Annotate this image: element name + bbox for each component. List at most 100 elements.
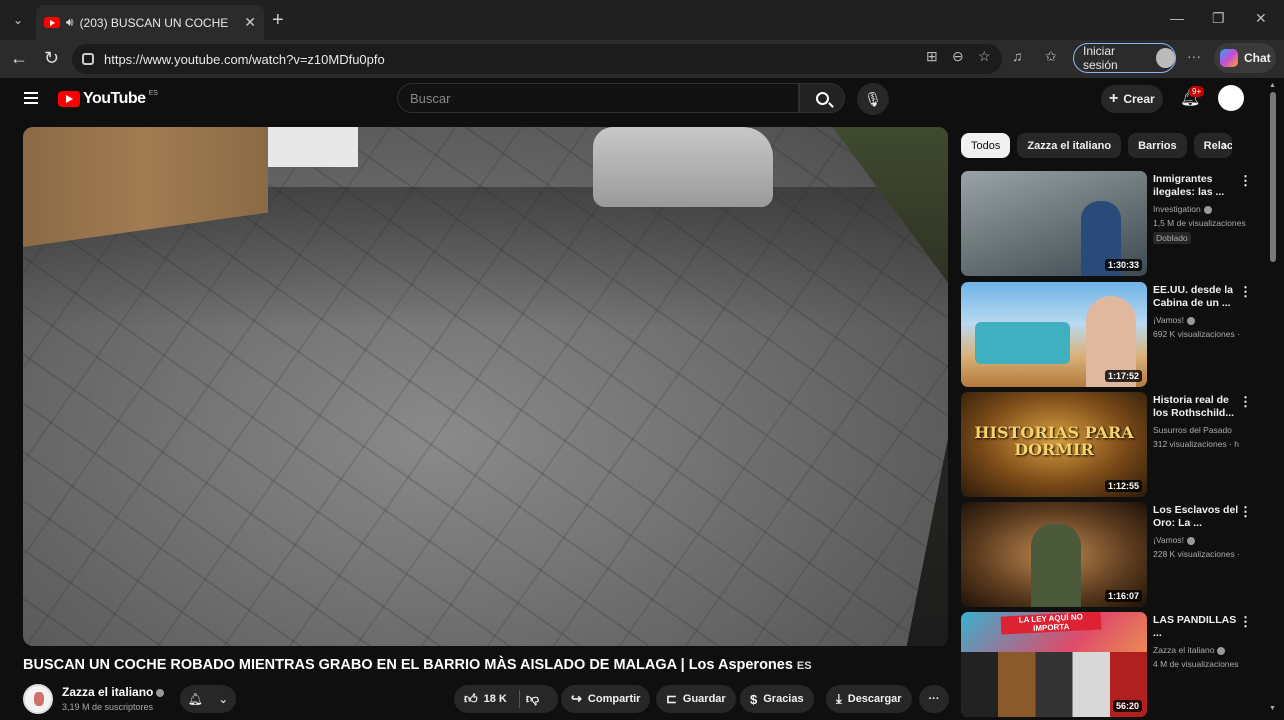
chip-channel[interactable]: Zazza el italiano bbox=[1017, 133, 1122, 158]
duration-badge: 1:16:07 bbox=[1104, 590, 1142, 602]
sidebar-chips: Todos Zazza el italiano Barrios Relac bbox=[961, 133, 1232, 158]
video-player[interactable] bbox=[23, 127, 948, 646]
voice-search-button[interactable]: 🎙︎ bbox=[857, 83, 889, 115]
recommendation-title[interactable]: Historia real de los Rothschild... bbox=[1153, 394, 1239, 420]
duration-badge: 1:30:33 bbox=[1104, 259, 1142, 271]
recommendation-thumbnail[interactable]: HISTORIAS PARA DORMIR 1:12:55 bbox=[961, 392, 1147, 497]
account-avatar[interactable] bbox=[1218, 85, 1244, 111]
verified-icon bbox=[156, 688, 165, 697]
more-actions-button[interactable]: ··· bbox=[919, 685, 949, 713]
bell-icon: 🔔︎ bbox=[187, 692, 203, 706]
signin-button[interactable]: Iniciar sesión bbox=[1073, 43, 1176, 73]
chevron-right-icon[interactable]: › bbox=[1222, 137, 1227, 155]
scroll-down-icon[interactable]: ▼ bbox=[1269, 705, 1276, 712]
share-button[interactable]: ↪ Compartir bbox=[561, 685, 651, 713]
more-options-icon[interactable]: ⋮ bbox=[1239, 504, 1252, 520]
tab-list-chevron-icon[interactable]: ⌄ bbox=[0, 0, 36, 40]
create-label: Crear bbox=[1123, 92, 1155, 106]
url-field[interactable]: https://www.youtube.com/watch?v=z10MDfu0… bbox=[72, 44, 1002, 74]
recommendation-item[interactable]: LA LEY AQUÍ NO IMPORTA 56:20 LAS PANDILL… bbox=[961, 612, 1261, 717]
more-options-icon[interactable]: ⋮ bbox=[1239, 614, 1252, 630]
recommendation-title[interactable]: Inmigrantes ilegales: las ... bbox=[1153, 173, 1239, 199]
channel-text: ¡Vamos! bbox=[1153, 315, 1185, 325]
share-icon: ↪ bbox=[571, 691, 582, 706]
share-label: Compartir bbox=[587, 693, 641, 705]
page-scrollbar[interactable] bbox=[1270, 92, 1276, 262]
menu-icon[interactable] bbox=[24, 92, 38, 104]
more-options-icon[interactable]: ⋮ bbox=[1239, 173, 1252, 189]
site-info-icon[interactable] bbox=[82, 53, 94, 65]
recommendation-channel[interactable]: Susurros del Pasado bbox=[1153, 425, 1232, 435]
app-available-icon[interactable]: ⊞ bbox=[926, 48, 938, 65]
recommendation-thumbnail[interactable]: 1:17:52 bbox=[961, 282, 1147, 387]
video-frame-wall bbox=[268, 127, 358, 167]
more-options-icon[interactable]: ⋮ bbox=[1239, 394, 1252, 410]
thumb-caption: HISTORIAS PARA DORMIR bbox=[974, 423, 1134, 459]
recommendation-channel[interactable]: ¡Vamos! bbox=[1153, 535, 1196, 545]
more-dots-icon: ··· bbox=[928, 693, 940, 705]
restore-icon[interactable]: ❐ bbox=[1212, 10, 1225, 27]
browser-tab[interactable]: 🔊︎ (203) BUSCAN UN COCHE RO ✕ bbox=[36, 5, 264, 40]
duration-badge: 1:12:55 bbox=[1104, 480, 1142, 492]
recommendation-channel[interactable]: ¡Vamos! bbox=[1153, 315, 1196, 325]
channel-name[interactable]: Zazza el italiano bbox=[62, 685, 165, 699]
close-window-icon[interactable]: ✕ bbox=[1255, 10, 1267, 27]
channel-text: ¡Vamos! bbox=[1153, 535, 1185, 545]
scroll-up-icon[interactable]: ▲ bbox=[1269, 82, 1276, 89]
thumb-caption: LA LEY AQUÍ NO IMPORTA bbox=[1000, 612, 1102, 635]
logo-region: ES bbox=[148, 90, 158, 97]
recommendation-views: 1,5 M de visualizaciones bbox=[1153, 218, 1246, 228]
like-icon[interactable]: 👍︎ bbox=[464, 691, 478, 707]
chip-todos[interactable]: Todos bbox=[961, 133, 1011, 158]
subscription-bell-button[interactable]: 🔔︎ ⌄ bbox=[180, 685, 236, 713]
back-icon[interactable]: ← bbox=[10, 48, 28, 69]
thanks-button[interactable]: $ Gracias bbox=[740, 685, 814, 713]
search-input[interactable]: Buscar bbox=[397, 83, 799, 113]
like-count[interactable]: 18 K bbox=[484, 693, 507, 705]
media-control-icon[interactable]: ♫ bbox=[1012, 48, 1023, 64]
recommendation-item[interactable]: 1:17:52 EE.UU. desde la Cabina de un ...… bbox=[961, 282, 1261, 387]
bookmark-icon: ⊏ bbox=[666, 691, 677, 706]
recommendation-channel[interactable]: Investigation bbox=[1153, 204, 1212, 214]
recommendation-title[interactable]: Los Esclavos del Oro: La ... bbox=[1153, 504, 1239, 530]
recommendation-thumbnail[interactable]: LA LEY AQUÍ NO IMPORTA 56:20 bbox=[961, 612, 1147, 717]
chip-barrios[interactable]: Barrios bbox=[1128, 133, 1187, 158]
youtube-logo[interactable]: YouTube ES bbox=[58, 90, 158, 108]
download-button[interactable]: ⤓ Descargar bbox=[826, 685, 912, 713]
recommendation-title[interactable]: EE.UU. desde la Cabina de un ... bbox=[1153, 284, 1239, 310]
youtube-masthead: YouTube ES Buscar 🎙︎ + Crear 🔔︎ 9+ bbox=[0, 78, 1284, 122]
chevron-down-icon: ⌄ bbox=[218, 692, 229, 706]
more-menu-icon[interactable]: ··· bbox=[1187, 48, 1201, 64]
search-icon bbox=[815, 91, 829, 105]
minimize-icon[interactable]: — bbox=[1170, 10, 1184, 26]
search-button[interactable] bbox=[799, 83, 845, 113]
chat-button[interactable]: Chat bbox=[1214, 43, 1276, 73]
favorite-star-icon[interactable]: ☆ bbox=[978, 48, 991, 65]
microphone-icon: 🎙︎ bbox=[864, 90, 882, 107]
save-button[interactable]: ⊏ Guardar bbox=[656, 685, 736, 713]
recommendation-views: 228 K visualizaciones · bbox=[1153, 549, 1240, 559]
recommendation-thumbnail[interactable]: 1:16:07 bbox=[961, 502, 1147, 607]
recommendation-item[interactable]: 1:16:07 Los Esclavos del Oro: La ... ¡Va… bbox=[961, 502, 1261, 607]
verified-icon bbox=[1217, 646, 1226, 655]
dislike-icon[interactable]: 👎︎ bbox=[526, 691, 539, 707]
recommendation-channel[interactable]: Zazza el italiano bbox=[1153, 645, 1226, 655]
thumb-miner bbox=[1031, 524, 1081, 607]
more-options-icon[interactable]: ⋮ bbox=[1239, 284, 1252, 300]
recommendation-thumbnail[interactable]: 1:30:33 bbox=[961, 171, 1147, 276]
recommendation-views: 312 visualizaciones · h bbox=[1153, 439, 1239, 449]
recommendation-item[interactable]: HISTORIAS PARA DORMIR 1:12:55 Historia r… bbox=[961, 392, 1261, 497]
favorites-icon[interactable]: ✩ bbox=[1045, 48, 1057, 65]
reload-icon[interactable]: ↻ bbox=[44, 48, 59, 69]
zoom-icon[interactable]: ⊖ bbox=[952, 48, 964, 65]
save-label: Guardar bbox=[682, 693, 726, 705]
verified-icon bbox=[1187, 536, 1196, 545]
tab-close-icon[interactable]: ✕ bbox=[244, 14, 256, 31]
recommendation-item[interactable]: 1:30:33 Inmigrantes ilegales: las ... In… bbox=[961, 171, 1261, 276]
recommendation-title[interactable]: LAS PANDILLAS ... bbox=[1153, 614, 1239, 640]
speaker-icon[interactable]: 🔊︎ bbox=[66, 15, 74, 30]
create-button[interactable]: + Crear bbox=[1101, 85, 1163, 113]
new-tab-icon[interactable]: + bbox=[272, 9, 284, 32]
channel-avatar[interactable] bbox=[23, 684, 53, 714]
download-label: Descargar bbox=[847, 693, 902, 705]
